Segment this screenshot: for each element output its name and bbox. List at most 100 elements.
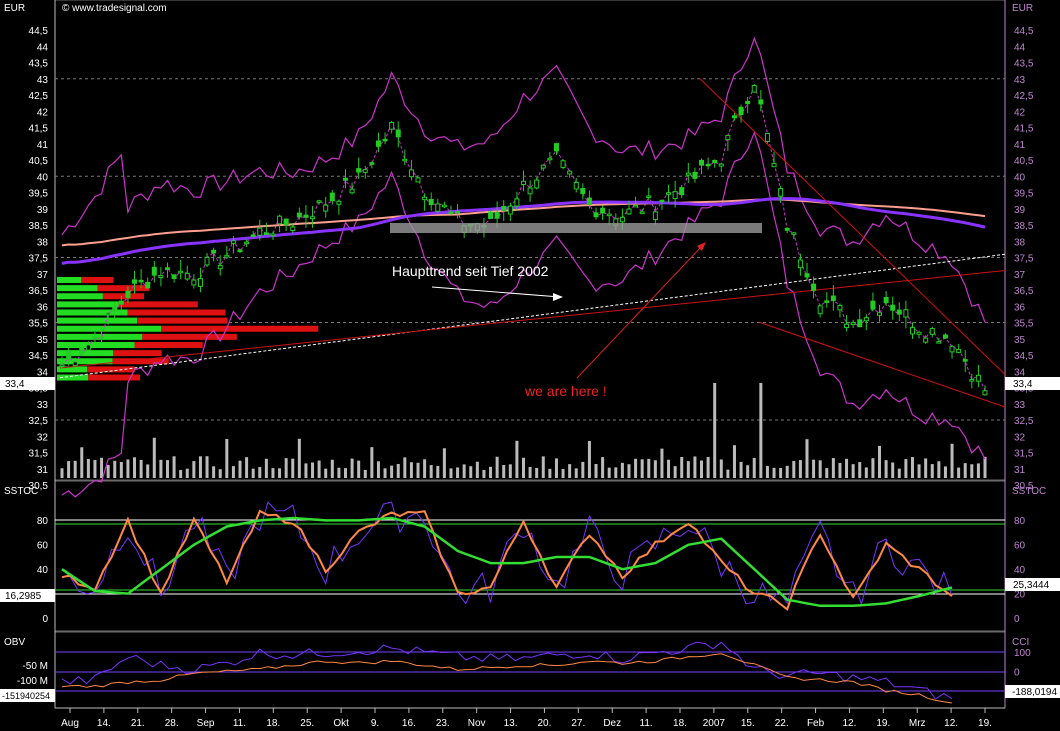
volume-bar: [818, 460, 822, 478]
candle-body: [112, 306, 118, 311]
candle-body: [250, 234, 256, 237]
volume-bar: [139, 459, 143, 478]
price-tick-right: 41,5: [1014, 124, 1034, 135]
candle-body: [132, 279, 138, 284]
volume-bar: [581, 461, 585, 478]
candle-body: [323, 204, 329, 212]
candle-body: [402, 158, 408, 162]
candle-body: [164, 267, 170, 270]
obv-tick: -100 M: [17, 676, 48, 687]
x-axis-label: 19.: [978, 718, 992, 729]
sstoc-tick-right: 0: [1014, 614, 1020, 625]
candle-body: [362, 169, 368, 173]
volume-bar: [541, 456, 545, 478]
price-tick-right: 31,5: [1014, 449, 1034, 460]
sstoc-title-right: SSTOC: [1012, 486, 1046, 497]
volume-bar: [686, 461, 690, 478]
candle-body: [567, 170, 573, 175]
candle-body: [969, 379, 975, 382]
price-tick-left: 41: [37, 140, 49, 151]
volume-bar: [594, 463, 598, 478]
price-tick-left: 34,5: [29, 351, 49, 362]
volume-bar: [910, 457, 914, 478]
volume-bar: [930, 464, 934, 478]
volume-bar: [831, 458, 835, 478]
candle-body: [389, 121, 395, 130]
candle-body: [316, 200, 322, 203]
volume-bar: [225, 438, 229, 478]
candle-body: [277, 215, 283, 225]
price-tick-right: 38,5: [1014, 221, 1034, 232]
candle-body: [171, 274, 177, 279]
volume-bar: [337, 467, 341, 478]
volume-bar: [185, 468, 189, 478]
profile-bar-red: [112, 350, 162, 357]
candle-body: [804, 273, 810, 278]
candle-body: [666, 192, 672, 195]
price-tick-right: 33: [1014, 400, 1026, 411]
cci-tick: 100: [1014, 648, 1031, 659]
candle-body: [751, 84, 757, 93]
volume-bar: [673, 466, 677, 478]
candle-body: [415, 177, 421, 183]
price-tick-right: 37: [1014, 270, 1026, 281]
price-tick-left: 38,5: [29, 221, 49, 232]
candle-body: [830, 295, 836, 301]
obv-line: [61, 653, 953, 704]
price-tick-left: 35,5: [29, 319, 49, 330]
price-tick-right: 32,5: [1014, 416, 1034, 427]
candle-body: [586, 197, 592, 205]
volume-bar: [297, 438, 301, 478]
candle-body: [633, 204, 639, 208]
candle-body: [527, 187, 533, 195]
volume-bar: [100, 457, 104, 478]
x-axis-label: 25.: [300, 718, 314, 729]
candle-body: [731, 115, 737, 119]
profile-bar-red: [161, 325, 319, 332]
volume-bar: [627, 464, 631, 478]
volume-bar: [963, 463, 967, 478]
candle-body: [890, 304, 896, 311]
volume-bar: [258, 467, 262, 478]
candle-body: [145, 282, 151, 289]
candle-body: [903, 309, 909, 318]
x-axis-label: 13.: [504, 718, 518, 729]
volume-bar: [739, 461, 743, 478]
price-tick-left: 32,5: [29, 416, 49, 427]
candle-body: [435, 203, 441, 212]
volume-bar: [713, 383, 717, 478]
cci-value: -188,0194: [1012, 687, 1057, 698]
price-tick-left: 31: [37, 465, 49, 476]
trend-arrow-line: [431, 286, 561, 298]
profile-bar-green: [57, 350, 113, 357]
price-tick-left: 44,5: [29, 26, 49, 37]
volume-bar: [357, 460, 361, 478]
volume-bar: [370, 447, 374, 478]
volume-bar: [119, 461, 123, 478]
price-tick-right: 40,5: [1014, 156, 1034, 167]
sstoc-tick-right: 20: [1014, 590, 1026, 601]
volume-bar: [416, 462, 420, 478]
volume-bar: [732, 445, 736, 478]
sstoc-lines: [61, 501, 953, 611]
volume-bar: [554, 458, 558, 478]
candle-body: [659, 199, 665, 203]
candle-body: [600, 207, 606, 214]
candle-body: [382, 138, 388, 142]
volume-bar: [891, 462, 895, 478]
x-axis-label: Dez: [603, 718, 621, 729]
x-axis-label: 22.: [775, 718, 789, 729]
price-tick-left: 31,5: [29, 449, 49, 460]
candle-body: [237, 249, 243, 253]
obv-value: -151940254: [2, 691, 50, 701]
candle-body: [329, 192, 335, 202]
sstoc-tick-right: 60: [1014, 541, 1026, 552]
volume-bar: [449, 468, 453, 478]
volume-bar: [785, 465, 789, 478]
volume-bar: [172, 456, 176, 478]
candle-body: [521, 180, 526, 186]
price-tick-right: 36: [1014, 302, 1026, 313]
candle-body: [547, 157, 553, 161]
volume-bar: [67, 461, 71, 478]
candle-body: [92, 336, 98, 340]
